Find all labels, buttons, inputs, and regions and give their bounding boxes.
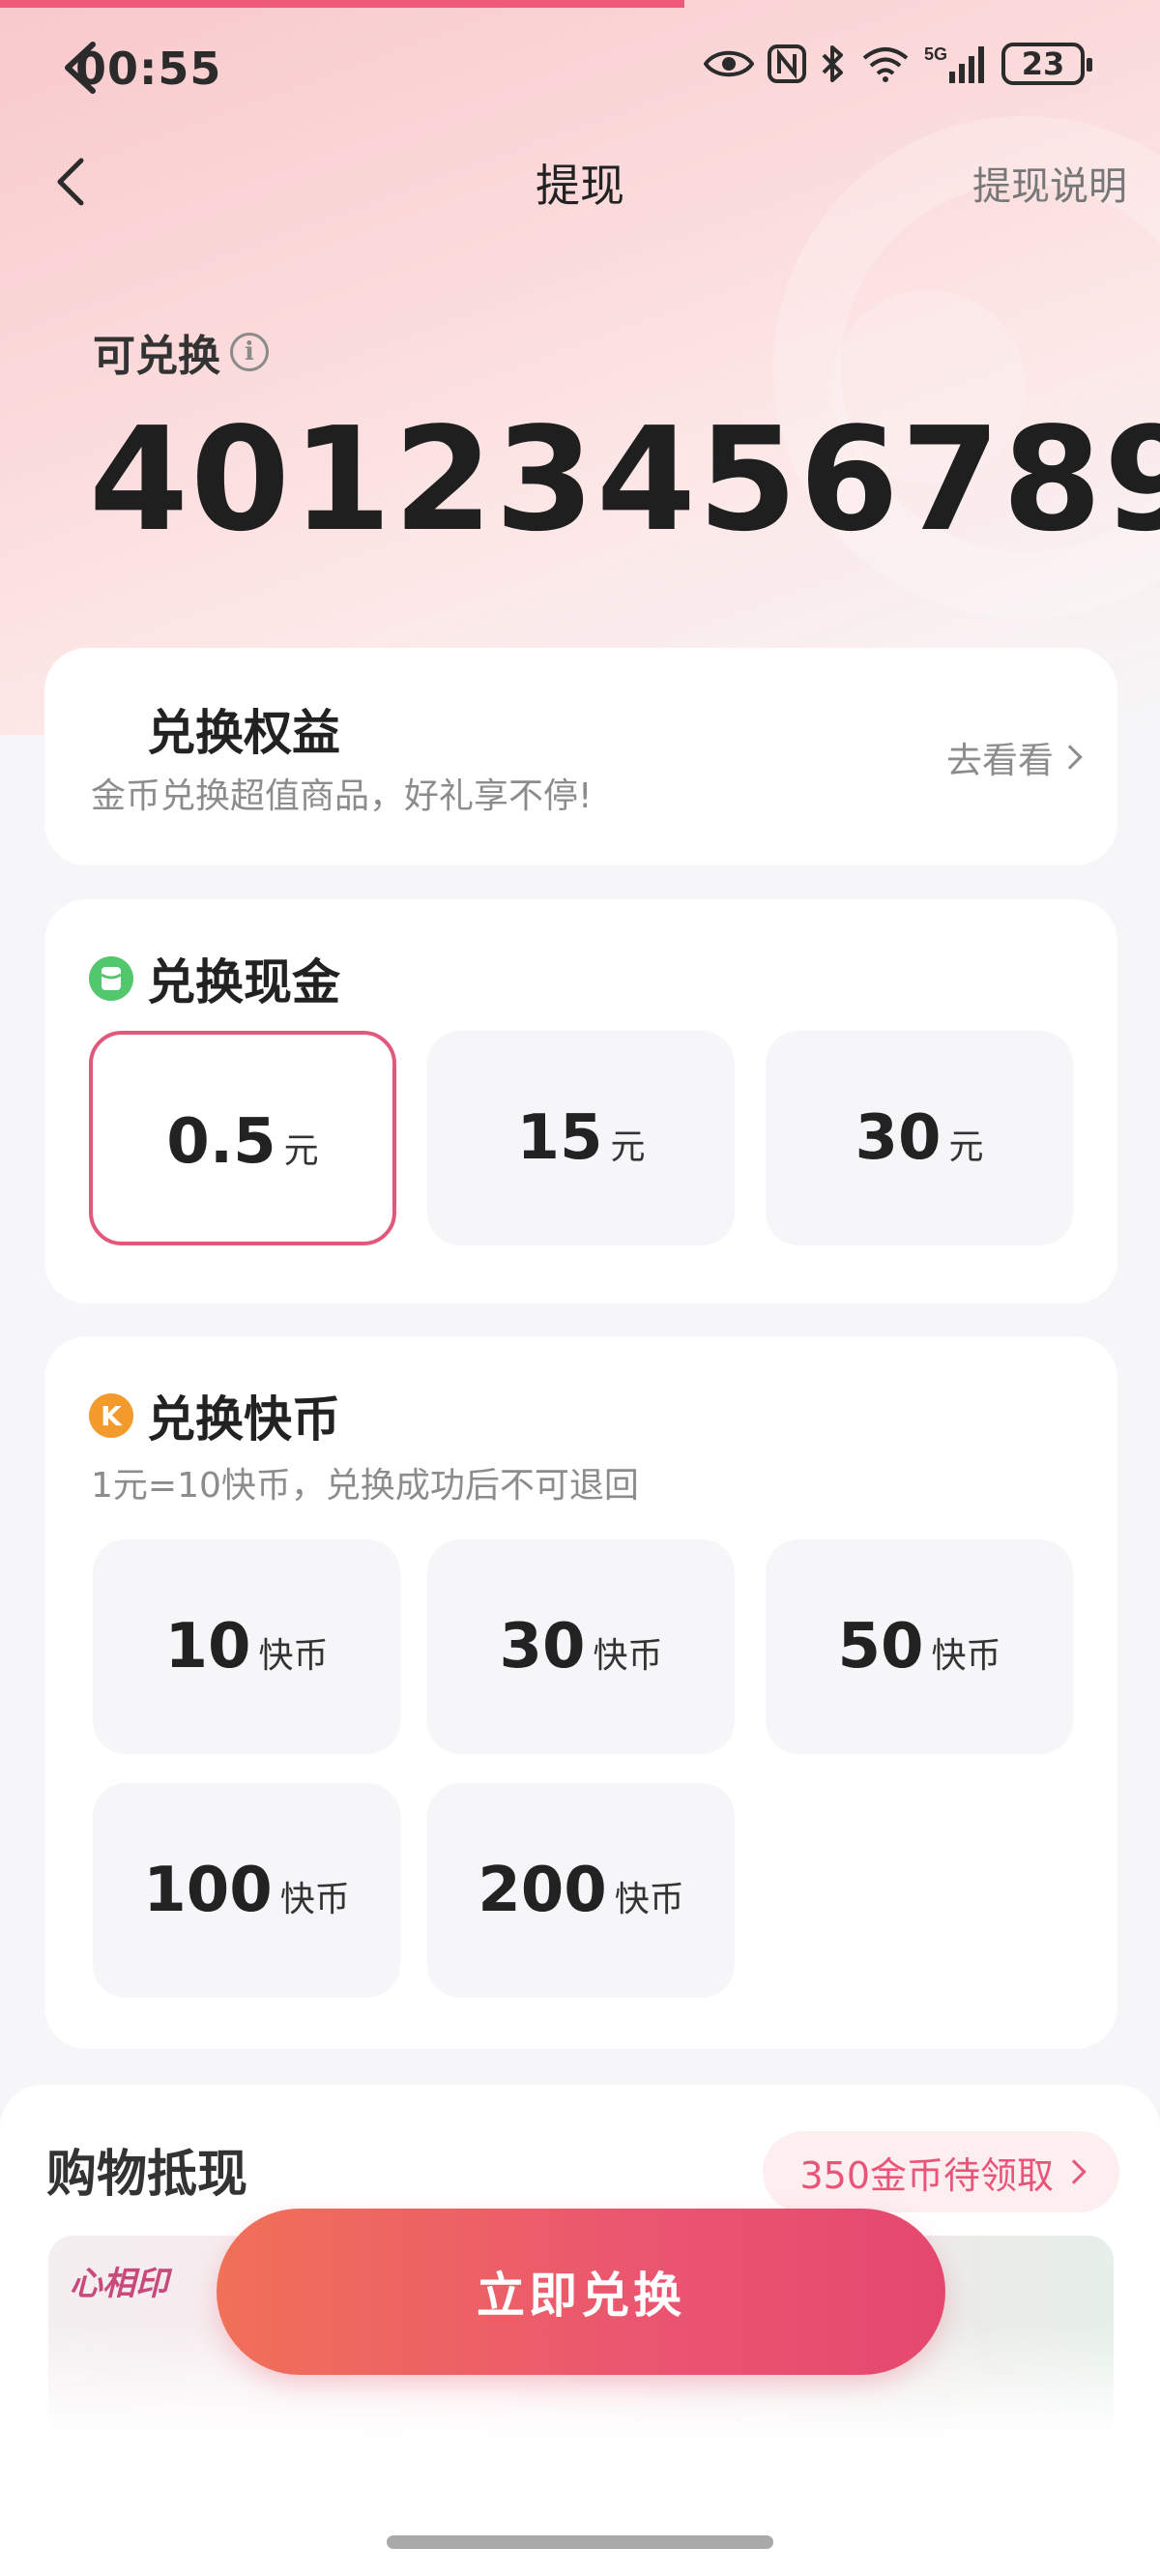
option-amount: 200 <box>478 1855 607 1926</box>
chevron-right-icon <box>1058 745 1083 770</box>
balance-label-text: 可兑换 <box>93 332 220 381</box>
kuaibi-option-50[interactable]: 50 快币 <box>766 1539 1073 1754</box>
kuaibi-option-200[interactable]: 200 快币 <box>427 1783 735 1998</box>
option-amount: 10 <box>164 1611 251 1683</box>
signal-5g-icon: 5G <box>924 44 984 83</box>
status-bar: 00:55 5G 23 <box>0 29 1160 116</box>
option-unit: 元 <box>948 1127 984 1167</box>
balance-value: 40123456789.50 <box>89 396 1160 563</box>
kuaibi-option-10[interactable]: 10 快币 <box>93 1539 400 1754</box>
bluetooth-icon <box>822 45 843 82</box>
status-time: 00:55 <box>75 43 222 95</box>
coins-pending-badge[interactable]: 350金币待领取 <box>763 2131 1119 2212</box>
option-unit: 快币 <box>279 1880 350 1919</box>
benefits-more-label: 去看看 <box>946 740 1054 781</box>
option-unit: 快币 <box>614 1880 684 1919</box>
coins-pending-label: 350金币待领取 <box>799 2153 1054 2197</box>
option-amount: 15 <box>516 1102 603 1174</box>
option-unit: 快币 <box>931 1636 1001 1676</box>
cash-option-15[interactable]: 15 元 <box>427 1031 735 1245</box>
info-icon[interactable]: i <box>230 333 269 371</box>
cash-exchange-card: 兑换现金 0.5 元 15 元 30 元 <box>44 899 1117 1303</box>
benefits-more-link[interactable]: 去看看 <box>946 731 1083 783</box>
battery-icon: 23 <box>1001 43 1092 85</box>
wifi-icon <box>862 47 909 82</box>
home-indicator[interactable] <box>387 2535 773 2549</box>
cash-section-header: 兑换现金 <box>89 944 340 1013</box>
option-amount: 100 <box>143 1855 273 1926</box>
option-amount: 0.5 <box>166 1106 276 1178</box>
nfc-icon <box>768 44 806 83</box>
balance-label: 可兑换 i <box>93 321 269 383</box>
cash-option-30[interactable]: 30 元 <box>766 1031 1073 1245</box>
nav-bar: 提现 提现说明 <box>0 135 1160 222</box>
option-unit: 元 <box>610 1127 646 1167</box>
kuaibi-exchange-card: K 兑换快币 1元=10快币，兑换成功后不可退回 10 快币 30 快币 50 … <box>44 1336 1117 2049</box>
eye-icon <box>704 50 754 77</box>
benefits-title: 兑换权益 <box>147 705 340 761</box>
cash-option-0-5[interactable]: 0.5 元 <box>89 1031 396 1245</box>
kuaibi-section-title: 兑换快币 <box>147 1391 340 1448</box>
battery-level: 23 <box>1021 45 1065 82</box>
withdraw-info-link[interactable]: 提现说明 <box>972 155 1127 211</box>
top-progress-bar <box>0 0 684 8</box>
option-amount: 30 <box>499 1611 586 1683</box>
kuaibi-section-header: K 兑换快币 <box>89 1381 340 1450</box>
kuaibi-subtitle: 1元=10快币，兑换成功后不可退回 <box>91 1466 639 1506</box>
svg-text:5G: 5G <box>924 44 947 64</box>
benefits-card[interactable]: 兑换权益 金币兑换超值商品，好礼享不停! 去看看 <box>44 648 1117 865</box>
option-unit: 元 <box>283 1131 319 1171</box>
kuaibi-coin-icon: K <box>89 1393 133 1438</box>
kuaibi-option-100[interactable]: 100 快币 <box>93 1783 400 1998</box>
red-envelope-icon <box>89 956 133 1001</box>
chevron-right-icon <box>1061 2159 1087 2184</box>
kuaibi-option-30[interactable]: 30 快币 <box>427 1539 735 1754</box>
exchange-now-button[interactable]: 立即兑换 <box>217 2209 945 2375</box>
cash-section-title: 兑换现金 <box>147 954 340 1010</box>
shopping-title: 购物抵现 <box>46 2146 248 2204</box>
option-amount: 30 <box>855 1102 942 1174</box>
option-unit: 快币 <box>593 1636 663 1676</box>
brand-logo: 心相印 <box>70 2265 168 2303</box>
option-unit: 快币 <box>258 1636 329 1676</box>
benefits-subtitle: 金币兑换超值商品，好礼享不停! <box>91 776 593 816</box>
status-icons: 5G 23 <box>704 43 1092 85</box>
option-amount: 50 <box>837 1611 924 1683</box>
